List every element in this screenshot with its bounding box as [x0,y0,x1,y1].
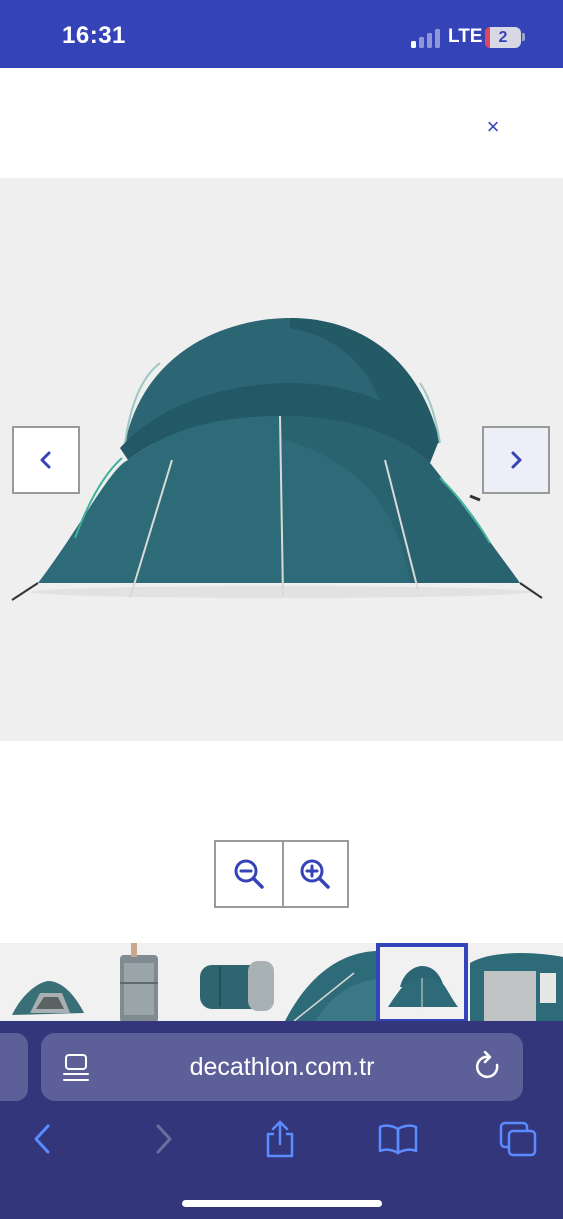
book-icon [378,1124,418,1155]
thumbnail-tent-front-view[interactable] [376,943,468,1023]
page: 16:31 LTE 2 × decathlon.com.tr [0,0,563,1219]
reload-icon[interactable] [475,1051,503,1083]
main-image [0,178,563,741]
signal-icon [411,29,440,48]
thumbnail-tent-inner-room[interactable] [190,943,280,1023]
chevron-right-icon [156,1124,172,1154]
address-bar[interactable]: decathlon.com.tr [41,1033,523,1101]
zoom-controls [214,840,349,908]
forward-button[interactable] [142,1117,186,1161]
share-icon [266,1120,294,1158]
back-button[interactable] [20,1117,64,1161]
thumbnail-strip [0,943,563,1023]
thumbnail-tent-overview[interactable] [0,943,92,1023]
share-button[interactable] [258,1117,302,1161]
network-type: LTE [448,26,483,47]
chevron-right-icon [511,451,522,469]
tent-image [11,318,543,601]
battery-low-fill [485,27,490,48]
home-indicator[interactable] [182,1200,382,1207]
chevron-left-icon [40,451,51,469]
status-bar: 16:31 LTE 2 [0,0,563,68]
chevron-left-icon [34,1124,50,1154]
url-text: decathlon.com.tr [189,1053,375,1081]
battery-indicator: 2 [485,27,521,48]
previous-image-button[interactable] [12,426,80,494]
tabs-icon [499,1121,537,1157]
zoom-in-icon [300,859,330,889]
thumbnail-image [0,943,92,1023]
thumbnail-image [96,943,186,1023]
next-image-button[interactable] [482,426,550,494]
thumbnail-tent-side-closeup[interactable] [284,943,376,1023]
thumbnail-image [190,943,280,1023]
status-time: 16:31 [62,22,126,49]
zoom-out-button[interactable] [216,842,282,906]
battery-tip [522,33,525,41]
thumbnail-tent-interior-door[interactable] [470,943,563,1023]
browser-bar: decathlon.com.tr [0,1021,563,1219]
thumbnail-tent-packed-bag[interactable] [96,943,186,1023]
zoom-in-button[interactable] [281,842,347,906]
close-button[interactable]: × [478,112,508,142]
thumbnail-image [284,943,376,1023]
zoom-out-icon [234,859,264,889]
thumbnail-image [380,947,464,1019]
tabs-button[interactable] [496,1117,540,1161]
thumbnail-image [470,943,563,1023]
previous-tab-stub[interactable] [0,1033,28,1101]
bookmarks-button[interactable] [376,1117,420,1161]
